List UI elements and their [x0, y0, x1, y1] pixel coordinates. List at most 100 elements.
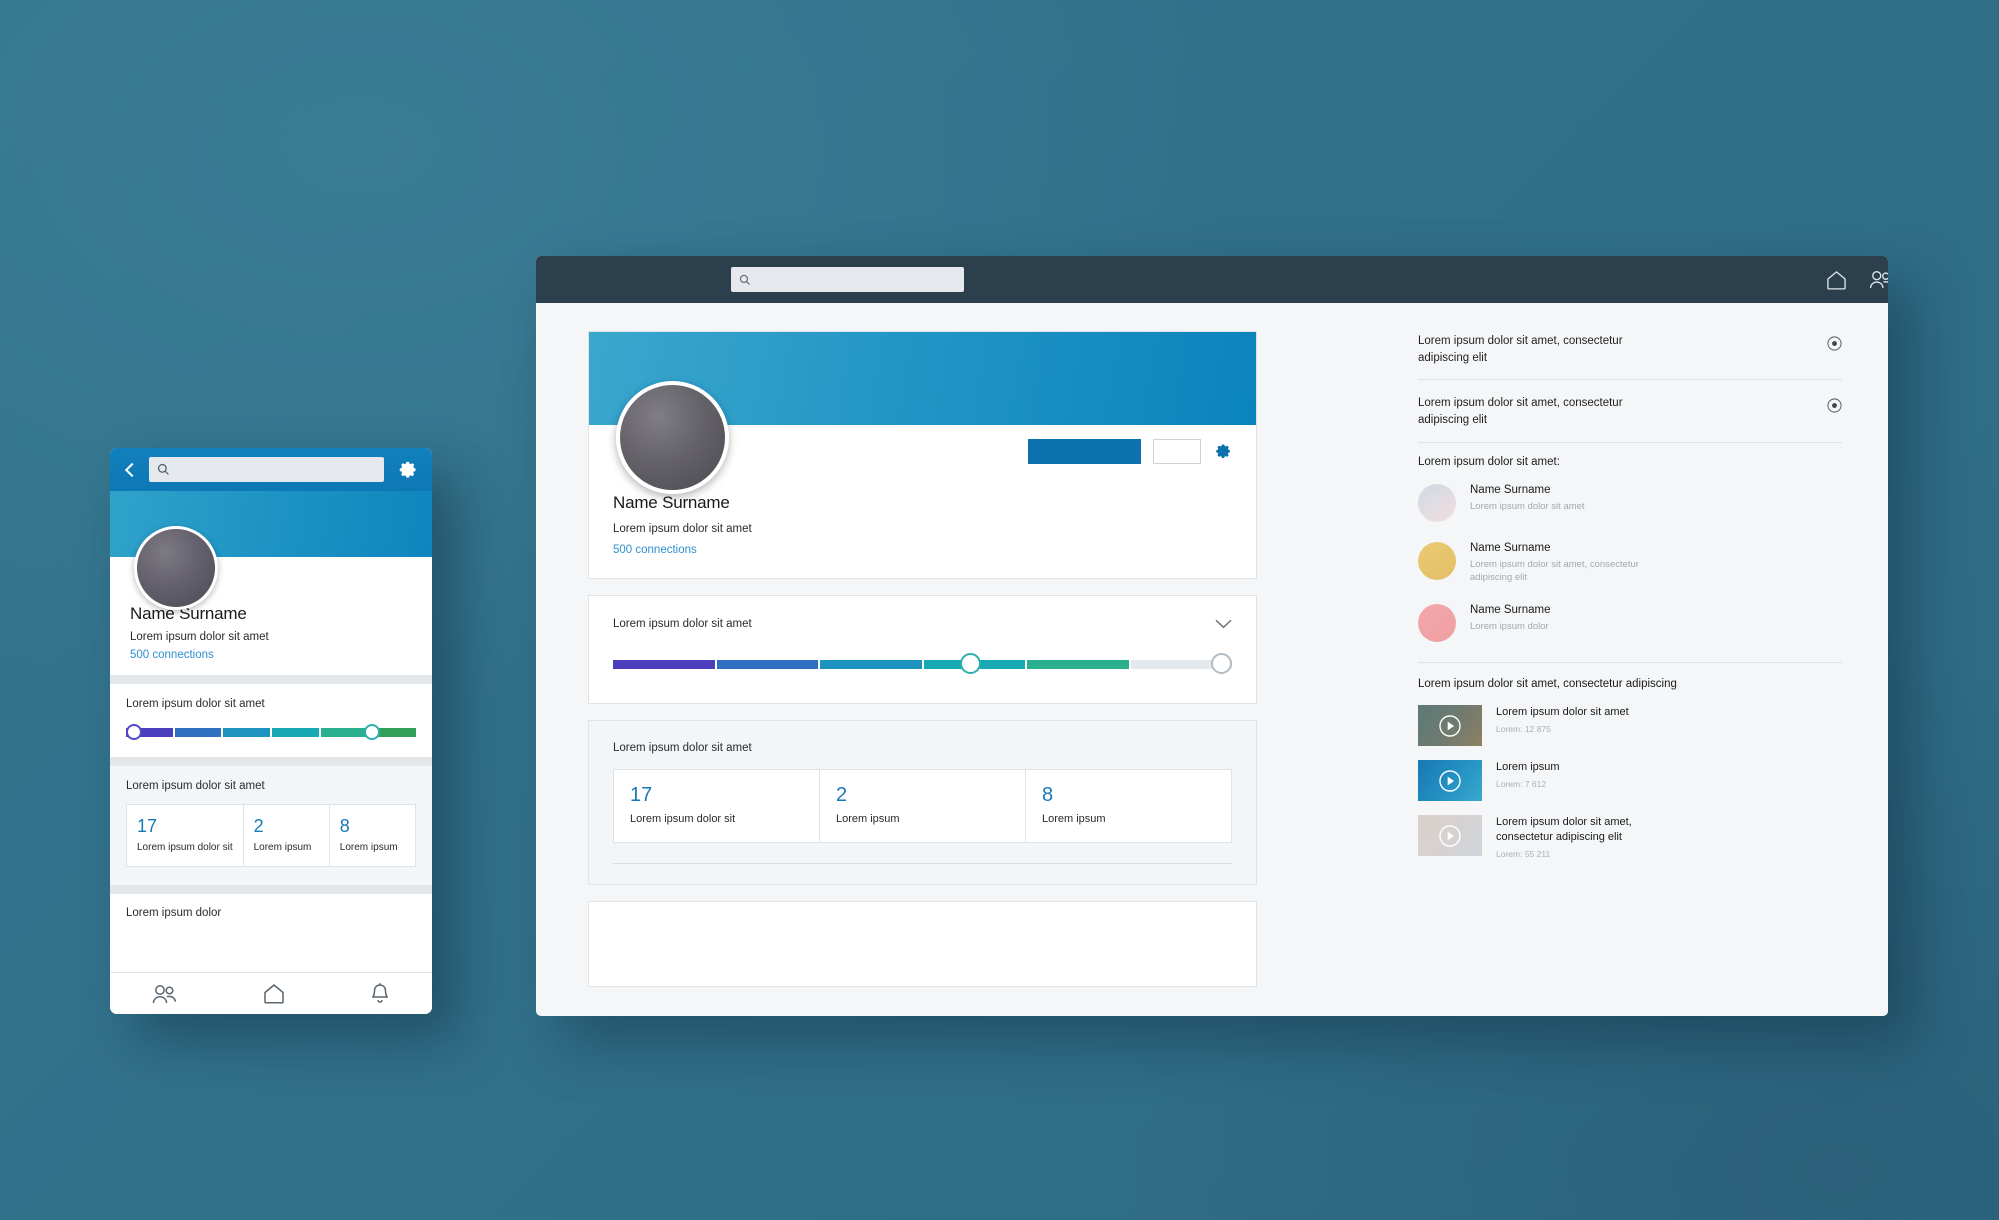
mobile-phone-mockup: Name Surname Lorem ipsum dolor sit amet … [110, 448, 432, 1014]
desktop-slider-handle-mid[interactable] [959, 653, 981, 674]
contact-item[interactable]: Name Surname Lorem ipsum dolor sit amet [1418, 483, 1842, 522]
contact-description: Lorem ipsum dolor [1470, 621, 1549, 633]
mobile-stat-item[interactable]: 2 Lorem ipsum [244, 805, 330, 866]
mobile-stat-label: Lorem ipsum [253, 842, 312, 853]
media-thumbnail[interactable] [1418, 815, 1482, 857]
right-sidebar: Lorem ipsum dolor sit amet, consectetur … [1394, 303, 1888, 1016]
search-icon [157, 463, 169, 475]
notice-text: Lorem ipsum dolor sit amet, consectetur … [1418, 335, 1623, 364]
mobile-slider-handle-left[interactable] [126, 724, 142, 740]
mobile-stat-item[interactable]: 8 Lorem ipsum [330, 805, 415, 866]
slider-segment [1027, 660, 1129, 669]
desktop-slider-handle-end[interactable] [1211, 653, 1232, 674]
contact-item[interactable]: Name Surname Lorem ipsum dolor [1418, 604, 1842, 643]
contact-avatar [1418, 541, 1456, 580]
profile-actions [1028, 439, 1232, 464]
media-thumbnail[interactable] [1418, 760, 1482, 802]
mobile-stat-value: 2 [253, 816, 264, 836]
stat-item[interactable]: 2 Lorem ipsum [820, 770, 1026, 842]
contact-item[interactable]: Name Surname Lorem ipsum dolor sit amet,… [1418, 541, 1842, 585]
mobile-connections-link[interactable]: 500 connections [130, 649, 412, 661]
empty-card [588, 901, 1257, 987]
contact-name: Name Surname [1470, 604, 1551, 617]
desktop-header [536, 256, 1888, 303]
mobile-footer-label: Lorem ipsum dolor [126, 907, 222, 919]
gear-icon[interactable] [1213, 442, 1232, 461]
stat-label: Lorem ipsum [836, 813, 900, 825]
mobile-slider-handle-right[interactable] [364, 724, 381, 740]
desktop-main-column: Name Surname Lorem ipsum dolor sit amet … [536, 303, 1394, 1016]
media-count: Lorem: 7 612 [1496, 779, 1547, 790]
slider-segment [174, 728, 222, 737]
profile-avatar[interactable] [616, 381, 729, 494]
mobile-header [110, 448, 432, 491]
bell-icon[interactable] [370, 982, 390, 1005]
mobile-avatar[interactable] [134, 526, 218, 610]
mobile-stats-card: Lorem ipsum dolor sit amet 17 Lorem ipsu… [110, 766, 432, 885]
slider-segment [820, 660, 922, 669]
gear-icon[interactable] [396, 459, 418, 481]
sidebar-divider [1418, 662, 1842, 664]
chevron-down-icon[interactable] [1215, 619, 1232, 630]
notice-text: Lorem ipsum dolor sit amet, consectetur … [1418, 397, 1623, 427]
stat-item[interactable]: 8 Lorem ipsum [1026, 770, 1231, 842]
desktop-slider[interactable] [613, 653, 1232, 675]
mobile-slider-card: Lorem ipsum dolor sit amet [110, 684, 432, 757]
stats-label: Lorem ipsum dolor sit amet [613, 742, 752, 754]
slider-segment [716, 660, 818, 669]
media-item[interactable]: Lorem ipsum dolor sit amet, consectetur … [1418, 815, 1842, 859]
contacts-heading: Lorem ipsum dolor sit amet: [1418, 455, 1560, 468]
mobile-bottom-nav [110, 972, 432, 1014]
mobile-slider[interactable] [126, 724, 417, 740]
slider-segment [272, 728, 319, 737]
profile-connections-link[interactable]: 500 connections [613, 544, 1232, 556]
play-circle-icon [1439, 715, 1461, 737]
mobile-profile-subtitle: Lorem ipsum dolor sit amet [130, 631, 269, 643]
mobile-stat-value: 17 [137, 816, 158, 836]
desktop-nav-icons [1826, 268, 1888, 292]
stat-value: 8 [1042, 784, 1054, 806]
stat-label: Lorem ipsum dolor sit [630, 813, 736, 825]
play-circle-icon [1439, 770, 1461, 792]
people-icon[interactable] [1869, 270, 1888, 289]
mobile-section-divider-3 [110, 885, 432, 894]
desktop-search-input[interactable] [731, 267, 964, 292]
mobile-footer-card: Lorem ipsum dolor [110, 894, 432, 972]
home-icon[interactable] [1826, 270, 1847, 290]
notice-item[interactable]: Lorem ipsum dolor sit amet, consectetur … [1418, 393, 1842, 443]
contact-name: Name Surname [1470, 541, 1551, 554]
profile-banner [589, 332, 1256, 494]
media-heading: Lorem ipsum dolor sit amet, consectetur … [1418, 678, 1677, 691]
profile-name: Name Surname [613, 493, 730, 512]
stat-item[interactable]: 17 Lorem ipsum dolor sit [614, 770, 820, 842]
media-count: Lorem: 12 875 [1496, 724, 1551, 735]
secondary-action-button[interactable] [1153, 439, 1201, 464]
mobile-stat-label: Lorem ipsum [339, 842, 398, 853]
target-icon[interactable] [1827, 398, 1842, 413]
home-icon[interactable] [263, 983, 285, 1004]
desktop-slider-track [613, 660, 1232, 669]
mobile-slider-label: Lorem ipsum dolor sit amet [126, 698, 265, 710]
media-item[interactable]: Lorem ipsum dolor sit amet Lorem: 12 875 [1418, 705, 1842, 747]
media-title: Lorem ipsum [1496, 761, 1560, 774]
target-icon[interactable] [1827, 336, 1842, 351]
chevron-left-icon[interactable] [124, 461, 137, 479]
notice-item[interactable]: Lorem ipsum dolor sit amet, consectetur … [1418, 331, 1842, 381]
slider-segment [223, 728, 271, 737]
media-thumbnail[interactable] [1418, 705, 1482, 747]
mobile-search-input[interactable] [149, 457, 384, 482]
media-title: Lorem ipsum dolor sit amet, consectetur … [1496, 816, 1632, 844]
mobile-stat-item[interactable]: 17 Lorem ipsum dolor sit [127, 805, 244, 866]
slider-header: Lorem ipsum dolor sit amet [613, 618, 1232, 630]
slider-segment [613, 660, 715, 669]
stats-divider [613, 863, 1232, 864]
stat-label: Lorem ipsum [1042, 813, 1106, 825]
mobile-section-divider [110, 675, 432, 684]
play-circle-icon [1439, 825, 1461, 847]
stat-value: 17 [630, 784, 653, 806]
people-icon[interactable] [152, 984, 178, 1004]
mobile-stats-label: Lorem ipsum dolor sit amet [126, 780, 265, 792]
media-item[interactable]: Lorem ipsum Lorem: 7 612 [1418, 760, 1842, 802]
primary-action-button[interactable] [1028, 439, 1141, 464]
stats-row: 17 Lorem ipsum dolor sit 2 Lorem ipsum 8… [613, 769, 1232, 843]
